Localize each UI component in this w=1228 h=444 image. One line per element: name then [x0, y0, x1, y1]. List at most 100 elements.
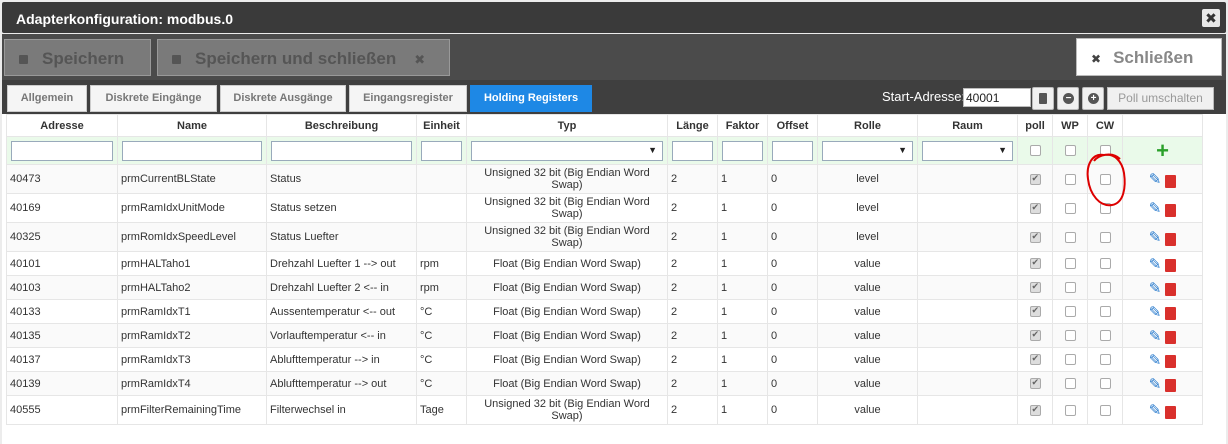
poll-checkbox[interactable]: [1029, 257, 1041, 270]
add-row-icon[interactable]: +: [1156, 138, 1169, 163]
poll-checkbox[interactable]: [1029, 404, 1041, 416]
header-laenge[interactable]: Länge: [667, 114, 718, 137]
edit-icon[interactable]: ✎: [1149, 200, 1162, 217]
filter-rolle-select[interactable]: [822, 140, 913, 161]
cw-checkbox[interactable]: [1099, 404, 1111, 416]
filter-poll-checkbox[interactable]: [1029, 145, 1041, 157]
tab-allgemein[interactable]: Allgemein: [7, 85, 87, 112]
delete-all-button[interactable]: [1032, 87, 1054, 110]
wp-checkbox[interactable]: [1064, 330, 1076, 342]
wp-checkbox[interactable]: [1064, 258, 1076, 270]
wp-checkbox[interactable]: [1064, 173, 1076, 185]
wp-checkbox[interactable]: [1064, 404, 1076, 416]
table-row[interactable]: 40169 prmRamIdxUnitMode Status setzen Unsig…: [6, 193, 1203, 223]
poll-checkbox[interactable]: [1029, 281, 1041, 294]
poll-checkbox[interactable]: [1029, 377, 1041, 390]
save-and-close-button[interactable]: Speichern und schließen ✖: [157, 39, 450, 76]
filter-beschreibung-input[interactable]: [271, 140, 412, 161]
tab-diskrete-ausgaenge[interactable]: Diskrete Ausgänge: [220, 85, 346, 112]
add-button[interactable]: +: [1082, 87, 1104, 110]
edit-icon[interactable]: ✎: [1149, 280, 1162, 297]
header-beschreibung[interactable]: Beschreibung: [266, 114, 417, 137]
poll-checkbox[interactable]: [1029, 173, 1041, 185]
delete-icon[interactable]: [1165, 174, 1177, 188]
delete-icon[interactable]: [1165, 379, 1177, 393]
cw-checkbox[interactable]: [1099, 354, 1111, 366]
poll-checkbox[interactable]: [1029, 329, 1041, 342]
header-name[interactable]: Name: [117, 114, 267, 137]
edit-icon[interactable]: ✎: [1149, 229, 1162, 246]
filter-offset-input[interactable]: [772, 140, 813, 161]
start-address-input[interactable]: [963, 88, 1031, 107]
edit-icon[interactable]: ✎: [1149, 304, 1162, 321]
cw-checkbox[interactable]: [1099, 258, 1111, 270]
table-row[interactable]: 40139 prmRamIdxT4 Ablufttemperatur --> out…: [6, 371, 1203, 396]
cw-checkbox[interactable]: [1099, 202, 1111, 214]
poll-toggle-button[interactable]: Poll umschalten: [1107, 87, 1214, 110]
filter-laenge-input[interactable]: [672, 140, 713, 161]
edit-icon[interactable]: ✎: [1149, 352, 1162, 369]
table-row[interactable]: 40325 prmRomIdxSpeedLevel Status Luefter Un…: [6, 222, 1203, 252]
edit-icon[interactable]: ✎: [1149, 171, 1162, 188]
wp-checkbox[interactable]: [1064, 354, 1076, 366]
header-typ[interactable]: Typ: [466, 114, 668, 137]
filter-typ-select[interactable]: [471, 140, 663, 161]
poll-checkbox[interactable]: [1029, 231, 1041, 243]
edit-icon[interactable]: ✎: [1149, 328, 1162, 345]
close-button[interactable]: ✖ Schließen: [1076, 38, 1222, 76]
wp-checkbox[interactable]: [1064, 231, 1076, 243]
delete-icon[interactable]: [1165, 203, 1177, 217]
header-faktor[interactable]: Faktor: [717, 114, 768, 137]
filter-cw-checkbox[interactable]: [1099, 145, 1111, 157]
delete-icon[interactable]: [1165, 307, 1177, 321]
table-row[interactable]: 40135 prmRamIdxT2 Vorlauftemperatur <-- in…: [6, 323, 1203, 348]
wp-checkbox[interactable]: [1064, 306, 1076, 318]
header-rolle[interactable]: Rolle: [817, 114, 918, 137]
poll-checkbox[interactable]: [1029, 353, 1041, 366]
header-raum[interactable]: Raum: [917, 114, 1018, 137]
table-row[interactable]: 40555 prmFilterRemainingTime Filterwechsel…: [6, 395, 1203, 425]
table-row[interactable]: 40101 prmHALTaho1 Drehzahl Luefter 1 --> o…: [6, 251, 1203, 276]
cw-checkbox[interactable]: [1099, 231, 1111, 243]
tab-holding-registers[interactable]: Holding Registers: [470, 85, 592, 112]
tab-diskrete-eingaenge[interactable]: Diskrete Eingänge: [90, 85, 217, 112]
filter-adresse-input[interactable]: [11, 140, 113, 161]
filter-faktor-input[interactable]: [722, 140, 763, 161]
poll-checkbox[interactable]: [1029, 202, 1041, 214]
remove-button[interactable]: −: [1057, 87, 1079, 110]
wp-checkbox[interactable]: [1064, 282, 1076, 294]
header-poll[interactable]: poll: [1017, 114, 1053, 137]
wp-checkbox[interactable]: [1064, 202, 1076, 214]
table-row[interactable]: 40473 prmCurrentBLState Status Unsigned 32 …: [6, 164, 1203, 194]
edit-icon[interactable]: ✎: [1149, 256, 1162, 273]
table-row[interactable]: 40133 prmRamIdxT1 Aussentemperatur <-- out…: [6, 299, 1203, 324]
table-row[interactable]: 40103 prmHALTaho2 Drehzahl Luefter 2 <-- i…: [6, 275, 1203, 300]
delete-icon[interactable]: [1165, 232, 1177, 246]
delete-icon[interactable]: [1165, 259, 1177, 273]
filter-raum-select[interactable]: [922, 140, 1013, 161]
header-wp[interactable]: WP: [1052, 114, 1088, 137]
cw-checkbox[interactable]: [1099, 306, 1111, 318]
header-einheit[interactable]: Einheit: [416, 114, 467, 137]
tab-eingangsregister[interactable]: Eingangsregister: [349, 85, 467, 112]
delete-icon[interactable]: [1165, 283, 1177, 297]
poll-checkbox[interactable]: [1029, 305, 1041, 318]
delete-icon[interactable]: [1165, 331, 1177, 345]
header-cw[interactable]: CW: [1087, 114, 1123, 137]
cw-checkbox[interactable]: [1099, 282, 1111, 294]
delete-icon[interactable]: [1165, 355, 1177, 369]
table-row[interactable]: 40137 prmRamIdxT3 Ablufttemperatur --> in °…: [6, 347, 1203, 372]
header-adresse[interactable]: Adresse: [6, 114, 118, 137]
wp-checkbox[interactable]: [1064, 378, 1076, 390]
cw-checkbox[interactable]: [1099, 173, 1111, 185]
edit-icon[interactable]: ✎: [1149, 376, 1162, 393]
filter-name-input[interactable]: [122, 140, 262, 161]
cw-checkbox[interactable]: [1099, 330, 1111, 342]
filter-einheit-input[interactable]: [421, 140, 462, 161]
filter-wp-checkbox[interactable]: [1064, 145, 1076, 157]
header-offset[interactable]: Offset: [767, 114, 818, 137]
delete-icon[interactable]: [1165, 405, 1177, 419]
save-button[interactable]: Speichern: [4, 39, 151, 76]
window-close-icon[interactable]: ✖: [1202, 9, 1220, 27]
edit-icon[interactable]: ✎: [1149, 402, 1162, 419]
